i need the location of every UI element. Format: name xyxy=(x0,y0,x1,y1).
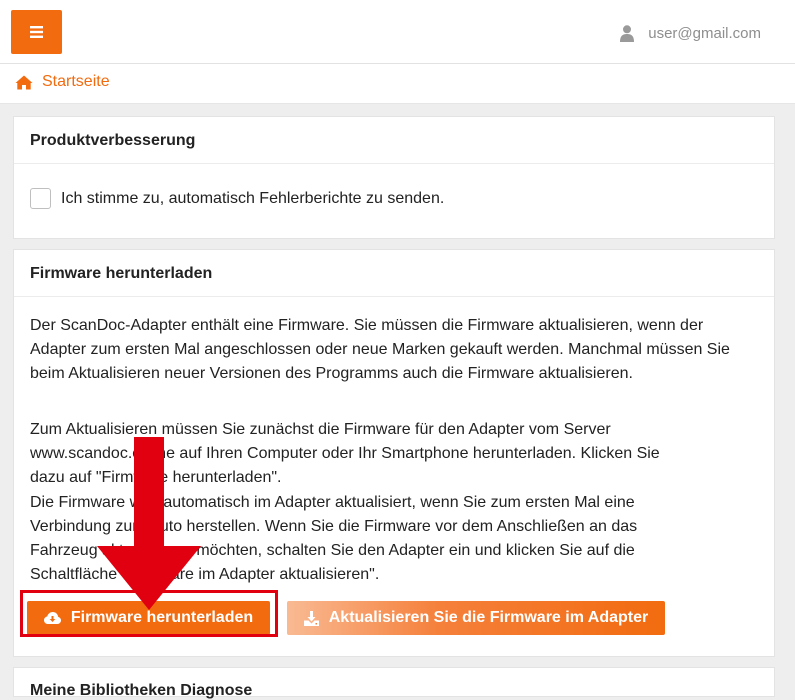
instruction-line: www.scandoc.online auf Ihren Computer od… xyxy=(30,445,660,463)
hamburger-icon xyxy=(30,26,43,38)
next-section-title: Meine Bibliotheken Diagnose xyxy=(30,682,253,699)
instruction-line: dazu auf "Firmware herunterladen". xyxy=(30,469,282,487)
firmware-intro-text: Der ScanDoc-Adapter enthält eine Firmwar… xyxy=(30,317,730,383)
user-icon xyxy=(620,24,635,42)
breadcrumb-home-link[interactable]: Startseite xyxy=(15,73,110,91)
consent-checkbox[interactable] xyxy=(30,188,51,209)
firmware-instructions: Zum Aktualisieren müssen Sie zunächst di… xyxy=(30,418,755,587)
firmware-card: Firmware herunterladen Der ScanDoc-Adapt… xyxy=(13,249,775,657)
consent-row: Ich stimme zu, automatisch Fehlerbericht… xyxy=(30,188,444,209)
update-firmware-button[interactable]: Aktualisieren Sie die Firmware im Adapte… xyxy=(287,601,665,635)
instruction-line: Schaltfläche "Firmware im Adapter aktual… xyxy=(30,566,380,584)
instruction-line: Verbindung zum Auto herstellen. Wenn Sie… xyxy=(30,517,638,535)
instruction-line: Die Firmware wird automatisch im Adapter… xyxy=(30,493,635,511)
breadcrumb-label: Startseite xyxy=(42,73,110,90)
update-firmware-label: Aktualisieren Sie die Firmware im Adapte… xyxy=(328,609,649,626)
instruction-line: Zum Aktualisieren müssen Sie zunächst di… xyxy=(30,421,611,438)
cloud-download-icon xyxy=(43,612,61,624)
product-improvement-title: Produktverbesserung xyxy=(14,117,774,164)
menu-button[interactable] xyxy=(11,10,62,54)
top-bar: user@gmail.com xyxy=(0,0,795,64)
home-icon xyxy=(15,75,33,89)
breadcrumb-bar: Startseite xyxy=(0,64,795,104)
download-firmware-label: Firmware herunterladen xyxy=(70,609,254,626)
user-menu[interactable]: user@gmail.com xyxy=(620,22,761,44)
product-improvement-card: Produktverbesserung Ich stimme zu, autom… xyxy=(13,116,775,239)
download-tray-icon xyxy=(303,610,319,626)
firmware-title: Firmware herunterladen xyxy=(14,250,774,297)
consent-label: Ich stimme zu, automatisch Fehlerbericht… xyxy=(61,189,445,207)
instruction-line: Fahrzeug aktualisieren möchten, schalten… xyxy=(30,542,635,560)
next-section-card: Meine Bibliotheken Diagnose xyxy=(13,667,775,699)
user-email: user@gmail.com xyxy=(648,24,761,42)
download-firmware-button[interactable]: Firmware herunterladen xyxy=(27,601,270,635)
